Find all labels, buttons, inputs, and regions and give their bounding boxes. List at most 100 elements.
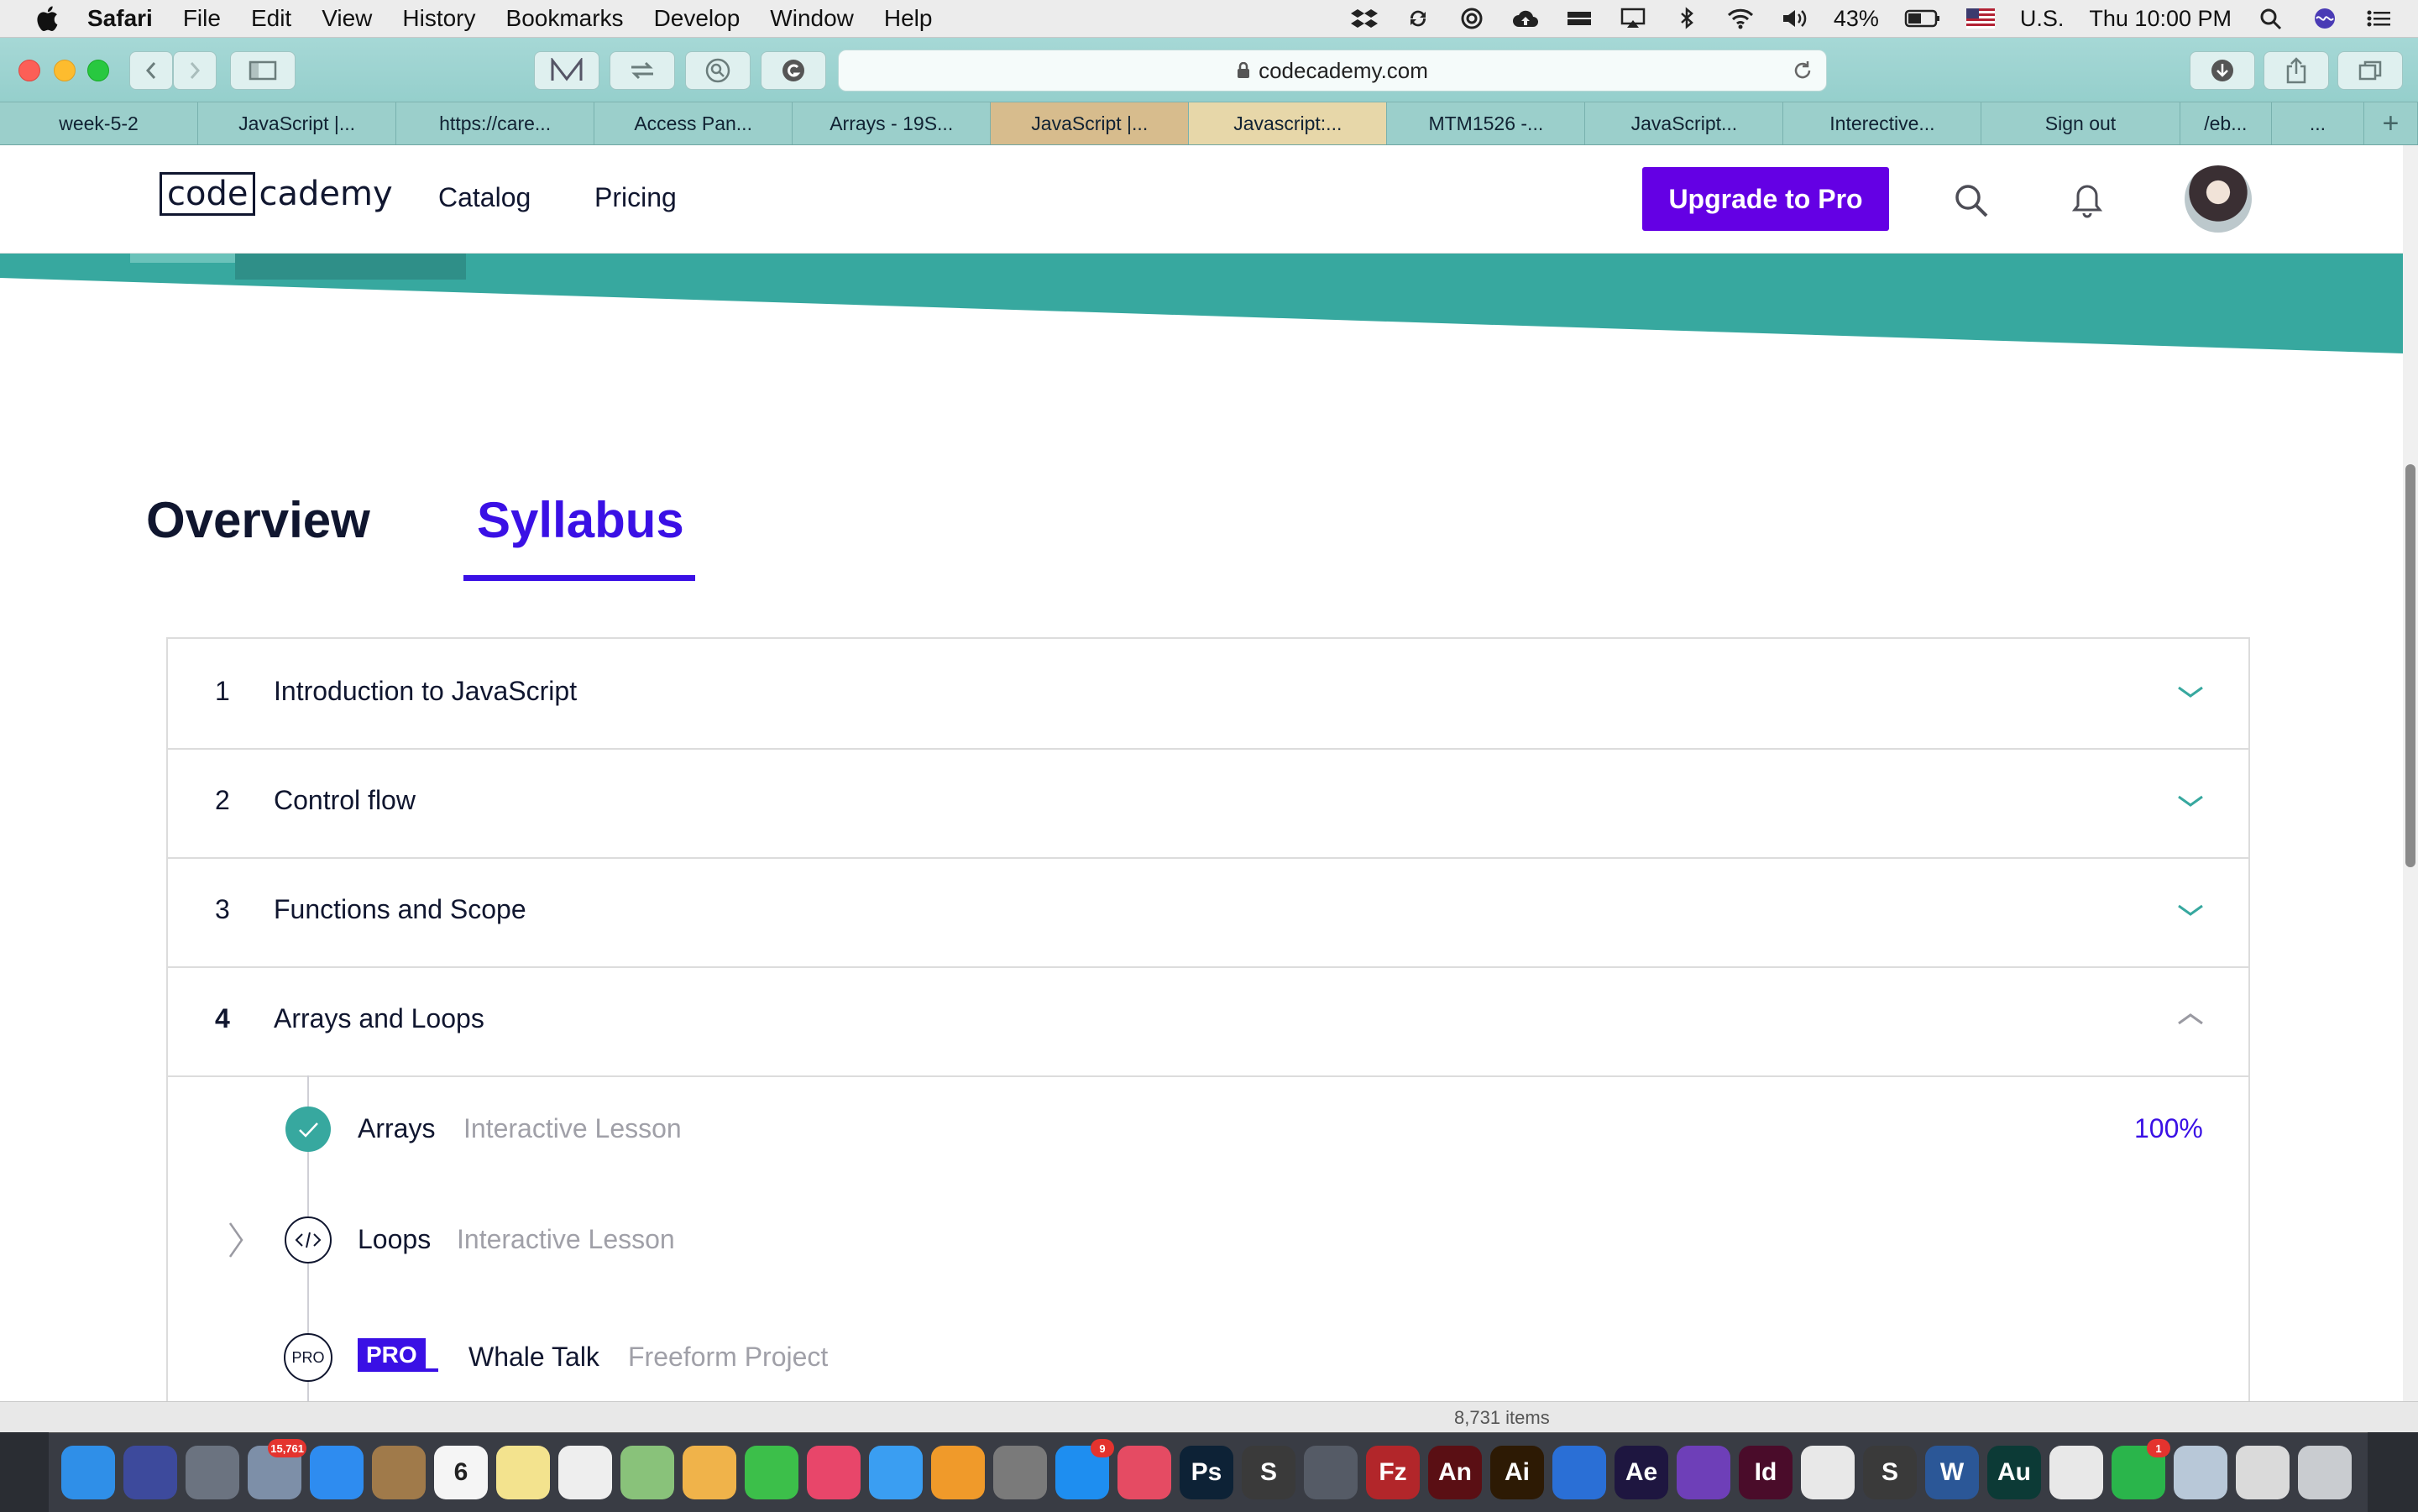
trash-icon[interactable]: [2298, 1446, 2352, 1499]
volume-icon[interactable]: [1780, 7, 1808, 30]
finder-icon[interactable]: [61, 1446, 115, 1499]
menu-app-name[interactable]: Safari: [87, 5, 153, 32]
airplay-icon[interactable]: [1619, 7, 1647, 30]
creative-cloud-icon[interactable]: [1458, 7, 1486, 30]
chevron-down-icon[interactable]: [2176, 899, 2205, 919]
browser-tab[interactable]: JavaScript |...: [198, 102, 397, 144]
share-button[interactable]: [2264, 51, 2329, 90]
reminders-icon[interactable]: [558, 1446, 612, 1499]
page-scrollbar[interactable]: [2403, 145, 2418, 1401]
chevron-down-icon[interactable]: [2176, 790, 2205, 810]
menu-history[interactable]: History: [402, 5, 475, 32]
word-icon[interactable]: W: [1925, 1446, 1979, 1499]
calendar-icon[interactable]: 6: [434, 1446, 488, 1499]
lesson-row-arrays[interactable]: Arrays Interactive Lesson 100%: [168, 1080, 2248, 1180]
window-close-button[interactable]: [18, 60, 40, 81]
window-zoom-button[interactable]: [87, 60, 109, 81]
launchpad-icon[interactable]: [186, 1446, 239, 1499]
notification-center-icon[interactable]: [2364, 7, 2393, 30]
notefile-icon[interactable]: [372, 1446, 426, 1499]
audition-icon[interactable]: Au: [1987, 1446, 2041, 1499]
browser-tab[interactable]: MTM1526 -...: [1387, 102, 1586, 144]
menu-bookmarks[interactable]: Bookmarks: [506, 5, 624, 32]
bluetooth-icon[interactable]: [1672, 7, 1701, 30]
swap-extension-button[interactable]: [610, 51, 675, 90]
downloads-button[interactable]: [2190, 51, 2255, 90]
browser-tab[interactable]: Interective...: [1783, 102, 1982, 144]
tableplus-icon[interactable]: [1304, 1446, 1358, 1499]
search-extension-button[interactable]: [685, 51, 751, 90]
whatsapp-icon[interactable]: 1: [2112, 1439, 2170, 1499]
wifi-icon[interactable]: [1726, 7, 1755, 30]
reload-icon[interactable]: [1791, 59, 1814, 82]
browser-tab[interactable]: Access Pan...: [594, 102, 793, 144]
siri-menubar-icon[interactable]: [2311, 7, 2339, 30]
menu-develop[interactable]: Develop: [654, 5, 741, 32]
apple-menu-icon[interactable]: [34, 3, 64, 34]
module-row-4[interactable]: 4 Arrays and Loops: [168, 966, 2248, 1077]
battery-icon[interactable]: [1904, 7, 1941, 30]
user-avatar[interactable]: [2185, 165, 2252, 233]
sidebar-toggle-button[interactable]: [230, 51, 296, 90]
filezilla-icon[interactable]: Fz: [1366, 1446, 1420, 1499]
itunes-icon[interactable]: [807, 1446, 861, 1499]
photos-icon[interactable]: [683, 1446, 736, 1499]
github-icon[interactable]: [1677, 1446, 1730, 1499]
menu-view[interactable]: View: [322, 5, 372, 32]
scrollbar-thumb[interactable]: [2405, 464, 2415, 867]
grammarly-extension-button[interactable]: [761, 51, 826, 90]
messages-icon[interactable]: [869, 1446, 923, 1499]
facetime-icon[interactable]: [745, 1446, 798, 1499]
mail-stamp-icon[interactable]: 15,761: [248, 1439, 306, 1499]
notes-icon[interactable]: [496, 1446, 550, 1499]
preview-icon[interactable]: [2174, 1446, 2227, 1499]
browser-tab[interactable]: Javascript:...: [1189, 102, 1388, 144]
menubar-clock[interactable]: Thu 10:00 PM: [2089, 6, 2232, 32]
browser-tab[interactable]: Arrays - 19S...: [793, 102, 992, 144]
browser-tab[interactable]: week-5-2: [0, 102, 199, 144]
address-bar[interactable]: codecademy.com: [838, 50, 1827, 92]
safari-icon[interactable]: [310, 1446, 364, 1499]
us-flag-icon[interactable]: [1965, 7, 1995, 30]
menu-help[interactable]: Help: [884, 5, 933, 32]
browser-tab[interactable]: /eb...: [2180, 102, 2273, 144]
animate-icon[interactable]: An: [1428, 1446, 1482, 1499]
window-minimize-button[interactable]: [54, 60, 76, 81]
frame-icon[interactable]: [1552, 1446, 1606, 1499]
module-row-2[interactable]: 2 Control flow: [168, 748, 2248, 859]
upgrade-to-pro-button[interactable]: Upgrade to Pro: [1642, 167, 1889, 231]
lesson-row-whale-talk[interactable]: PRO PRO Whale Talk Freeform Project: [168, 1315, 2248, 1401]
chevron-right-icon[interactable]: [227, 1221, 245, 1259]
maps-icon[interactable]: [620, 1446, 674, 1499]
chevron-up-icon[interactable]: [2176, 1008, 2205, 1028]
system-preferences-icon[interactable]: [993, 1446, 1047, 1499]
module-row-1[interactable]: 1 Introduction to JavaScript: [168, 639, 2248, 750]
chrome-canary-icon[interactable]: [2049, 1446, 2103, 1499]
browser-tab[interactable]: JavaScript |...: [991, 102, 1190, 144]
photoshop-icon[interactable]: Ps: [1180, 1446, 1233, 1499]
ibooks-icon[interactable]: [931, 1446, 985, 1499]
tab-overview-button[interactable]: [2337, 51, 2403, 90]
spotlight-search-icon[interactable]: [2257, 7, 2285, 30]
sync-icon[interactable]: [1404, 7, 1432, 30]
browser-tab[interactable]: JavaScript...: [1585, 102, 1784, 144]
new-tab-button[interactable]: +: [2364, 102, 2418, 144]
siri-icon[interactable]: [123, 1446, 177, 1499]
medium-extension-button[interactable]: [534, 51, 599, 90]
back-button[interactable]: [129, 51, 173, 90]
indesign-icon[interactable]: Id: [1739, 1446, 1793, 1499]
sublime-icon[interactable]: S: [1242, 1446, 1295, 1499]
menu-window[interactable]: Window: [770, 5, 854, 32]
menu-edit[interactable]: Edit: [251, 5, 291, 32]
app-store-icon[interactable]: 9: [1055, 1439, 1114, 1499]
input-source-label[interactable]: U.S.: [2020, 6, 2065, 32]
codecademy-logo[interactable]: code cademy: [160, 170, 393, 217]
browser-tab[interactable]: https://care...: [396, 102, 595, 144]
search-icon[interactable]: [1953, 182, 1990, 219]
petal-icon[interactable]: [1117, 1446, 1171, 1499]
chevron-down-icon[interactable]: [2176, 681, 2205, 701]
nav-pricing[interactable]: Pricing: [594, 182, 677, 213]
browser-tab[interactable]: Sign out: [1981, 102, 2180, 144]
chrome-icon[interactable]: [1801, 1446, 1855, 1499]
lesson-row-loops[interactable]: Loops Interactive Lesson: [168, 1197, 2248, 1298]
